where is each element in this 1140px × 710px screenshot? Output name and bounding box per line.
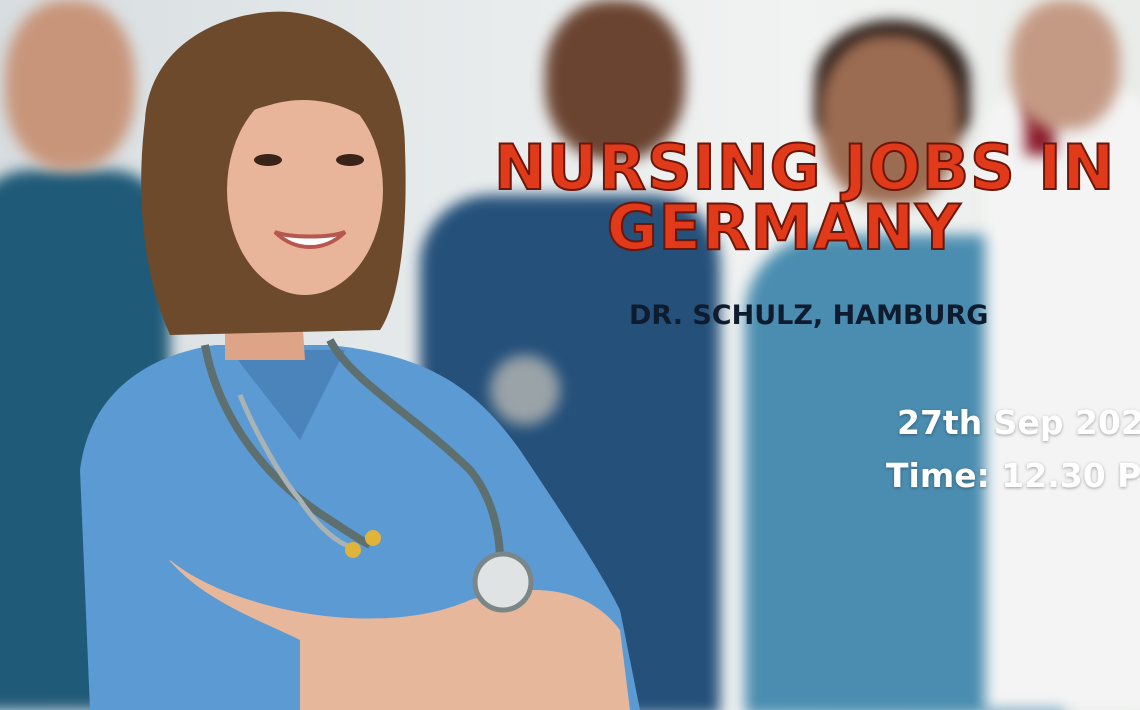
banner-subtitle: DR. SCHULZ, HAMBURG xyxy=(629,300,989,331)
nurse-figure xyxy=(0,0,700,710)
event-date: 27th Sep 202 xyxy=(897,403,1140,442)
background-person-head xyxy=(1010,0,1120,130)
job-banner: NURSING JOBS IN GERMANY DR. SCHULZ, HAMB… xyxy=(0,0,1140,710)
title-line-1: NURSING JOBS IN xyxy=(493,131,1116,204)
banner-title: NURSING JOBS IN GERMANY xyxy=(493,131,1140,264)
event-time: Time: 12.30 P xyxy=(886,456,1140,495)
title-line-2: GERMANY xyxy=(606,191,962,264)
